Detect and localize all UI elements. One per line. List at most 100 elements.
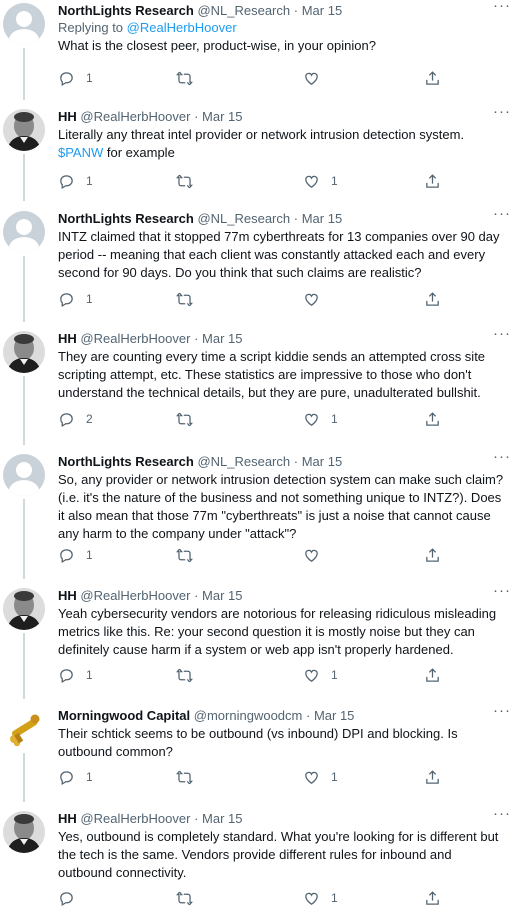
more-options-icon[interactable]: ··· xyxy=(493,326,511,341)
reply-button[interactable]: 1 xyxy=(58,768,93,786)
like-button[interactable]: 1 xyxy=(303,666,338,684)
like-button[interactable]: 1 xyxy=(303,172,338,190)
author-handle[interactable]: @RealHerbHoover xyxy=(80,588,190,603)
author-handle[interactable]: @NL_Research xyxy=(197,3,290,18)
tweet-date[interactable]: Mar 15 xyxy=(302,211,342,226)
tweet-date[interactable]: Mar 15 xyxy=(202,811,242,826)
default-avatar[interactable] xyxy=(3,454,45,496)
reply-count: 2 xyxy=(86,412,93,426)
like-count: 1 xyxy=(331,174,338,188)
tweet-date[interactable]: Mar 15 xyxy=(302,3,342,18)
reply-button[interactable]: 1 xyxy=(58,546,93,564)
more-options-icon[interactable]: ··· xyxy=(493,449,511,464)
like-button[interactable] xyxy=(303,69,331,87)
retweet-button[interactable] xyxy=(176,69,204,87)
like-button[interactable] xyxy=(303,290,331,308)
author-name[interactable]: Morningwood Capital xyxy=(58,708,190,723)
like-button[interactable]: 1 xyxy=(303,768,338,786)
tweet-date[interactable]: Mar 15 xyxy=(302,454,342,469)
share-button[interactable] xyxy=(424,172,452,190)
morningwood-avatar[interactable] xyxy=(3,708,45,750)
tweet-date[interactable]: Mar 15 xyxy=(202,588,242,603)
author-name[interactable]: HH xyxy=(58,588,77,603)
tweet[interactable]: NorthLights Research @NL_Research · Mar … xyxy=(0,0,519,100)
like-button[interactable]: 1 xyxy=(303,410,338,428)
share-button[interactable] xyxy=(424,410,452,428)
retweet-button[interactable] xyxy=(176,666,204,684)
author-handle[interactable]: @RealHerbHoover xyxy=(80,331,190,346)
reply-icon xyxy=(60,412,73,427)
retweet-icon xyxy=(176,668,193,682)
thread-line xyxy=(23,154,25,201)
tweet[interactable]: NorthLights Research @NL_Research · Mar … xyxy=(0,206,519,322)
author-handle[interactable]: @RealHerbHoover xyxy=(80,811,190,826)
like-button[interactable]: 1 xyxy=(303,889,338,907)
more-options-icon[interactable]: ··· xyxy=(493,703,511,718)
share-button[interactable] xyxy=(424,546,452,564)
author-name[interactable]: NorthLights Research xyxy=(58,3,194,18)
tweet-date[interactable]: Mar 15 xyxy=(314,708,354,723)
tweet[interactable]: HH @RealHerbHoover · Mar 15 Literally an… xyxy=(0,104,519,201)
author-handle[interactable]: @NL_Research xyxy=(197,454,290,469)
retweet-icon xyxy=(176,174,193,188)
more-options-icon[interactable]: ··· xyxy=(493,0,511,13)
photo-avatar[interactable] xyxy=(3,811,45,853)
photo-avatar[interactable] xyxy=(3,109,45,151)
author-name[interactable]: HH xyxy=(58,331,77,346)
reply-count: 1 xyxy=(86,770,93,784)
tweet-actions: 1 xyxy=(58,69,448,87)
cashtag-link[interactable]: $PANW xyxy=(58,145,103,160)
like-button[interactable] xyxy=(303,546,331,564)
reply-handle-link[interactable]: @RealHerbHoover xyxy=(127,20,237,35)
reply-button[interactable]: 1 xyxy=(58,172,93,190)
reply-count: 1 xyxy=(86,71,93,85)
reply-button[interactable]: 1 xyxy=(58,666,93,684)
tweet-actions: 1 xyxy=(58,546,448,564)
retweet-button[interactable] xyxy=(176,290,204,308)
author-name[interactable]: NorthLights Research xyxy=(58,211,194,226)
tweet[interactable]: Morningwood Capital @morningwoodcm · Mar… xyxy=(0,703,519,802)
share-icon xyxy=(426,173,439,188)
author-handle[interactable]: @RealHerbHoover xyxy=(80,109,190,124)
thread-line xyxy=(23,48,25,100)
more-options-icon[interactable]: ··· xyxy=(493,806,511,821)
portrait-icon xyxy=(3,331,45,373)
retweet-button[interactable] xyxy=(176,546,204,564)
tweet[interactable]: HH @RealHerbHoover · Mar 15 Yes, outboun… xyxy=(0,806,519,914)
portrait-icon xyxy=(3,811,45,853)
reply-count: 1 xyxy=(86,292,93,306)
reply-button[interactable]: 1 xyxy=(58,290,93,308)
author-handle[interactable]: @morningwoodcm xyxy=(194,708,303,723)
tweet[interactable]: HH @RealHerbHoover · Mar 15 They are cou… xyxy=(0,326,519,445)
default-avatar[interactable] xyxy=(3,3,45,45)
author-name[interactable]: NorthLights Research xyxy=(58,454,194,469)
photo-avatar[interactable] xyxy=(3,331,45,373)
reply-button[interactable]: 1 xyxy=(58,69,93,87)
share-button[interactable] xyxy=(424,666,452,684)
tweet-date[interactable]: Mar 15 xyxy=(202,109,242,124)
photo-avatar[interactable] xyxy=(3,588,45,630)
author-name[interactable]: HH xyxy=(58,109,77,124)
author-handle[interactable]: @NL_Research xyxy=(197,211,290,226)
retweet-button[interactable] xyxy=(176,172,204,190)
retweet-button[interactable] xyxy=(176,889,204,907)
separator: · xyxy=(293,211,299,226)
reply-count: 1 xyxy=(86,668,93,682)
tweet-date[interactable]: Mar 15 xyxy=(202,331,242,346)
retweet-button[interactable] xyxy=(176,410,204,428)
reply-button[interactable]: 2 xyxy=(58,410,93,428)
default-avatar[interactable] xyxy=(3,211,45,253)
reply-button[interactable] xyxy=(58,889,86,907)
author-name[interactable]: HH xyxy=(58,811,77,826)
retweet-button[interactable] xyxy=(176,768,204,786)
more-options-icon[interactable]: ··· xyxy=(493,206,511,221)
more-options-icon[interactable]: ··· xyxy=(493,104,511,119)
share-button[interactable] xyxy=(424,290,452,308)
tweet[interactable]: HH @RealHerbHoover · Mar 15 Yeah cyberse… xyxy=(0,583,519,699)
more-options-icon[interactable]: ··· xyxy=(493,583,511,598)
share-button[interactable] xyxy=(424,69,452,87)
share-button[interactable] xyxy=(424,889,452,907)
heart-icon xyxy=(305,549,318,562)
tweet[interactable]: NorthLights Research @NL_Research · Mar … xyxy=(0,449,519,579)
share-button[interactable] xyxy=(424,768,452,786)
